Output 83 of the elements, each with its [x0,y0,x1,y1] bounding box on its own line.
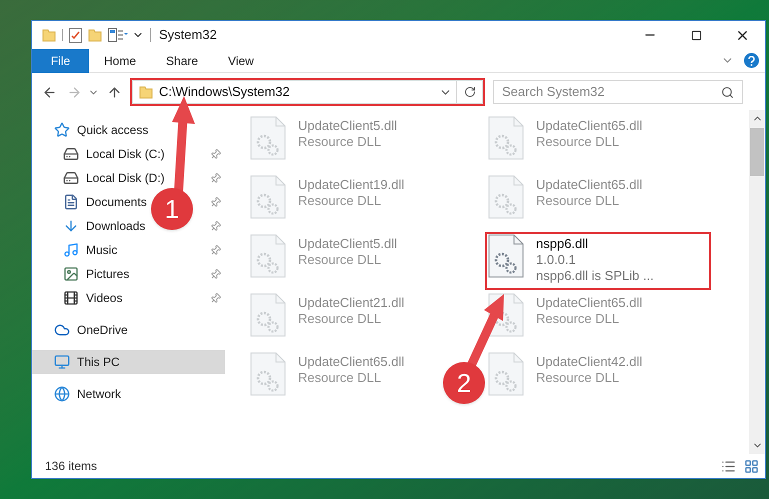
file-name: UpdateClient65.dll [536,118,642,134]
file-name: UpdateClient19.dll [298,177,404,193]
system-drive-icon [63,146,79,162]
document-icon [63,194,79,210]
help-icon[interactable] [744,53,759,68]
refresh-icon [464,86,476,98]
sidebar-item[interactable]: Quick access [32,118,225,142]
file-item[interactable]: nspp6.dll 1.0.0.1 nspp6.dll is SPLib ... [485,232,711,290]
search-icon [721,86,734,98]
network-icon [54,386,70,402]
file-detail: nspp6.dll is SPLib ... [536,268,654,284]
search-placeholder: Search System32 [502,83,605,102]
file-detail: Resource DLL [298,193,382,209]
ribbon-tab[interactable]: View [213,48,269,72]
sidebar-label: Network [77,386,122,403]
file-name: UpdateClient65.dll [298,354,404,370]
sidebar-label: This PC [77,354,120,371]
ribbon-tab[interactable]: Share [151,48,214,72]
gear-file-icon [488,234,524,278]
picture-icon [63,266,79,282]
sidebar-item[interactable]: OneDrive [32,318,225,342]
file-detail: Resource DLL [536,134,620,150]
properties-icon [108,28,128,42]
file-detail: Resource DLL [298,252,382,268]
folder-icon [88,28,102,42]
file-name: UpdateClient42.dll [536,354,642,370]
file-name: UpdateClient65.dll [536,295,642,311]
file-detail: Resource DLL [536,370,620,386]
file-name: UpdateClient5.dll [298,118,398,134]
scrollbar[interactable] [749,110,765,454]
sidebar-item[interactable]: Downloads [86,217,146,235]
file-detail: Resource DLL [536,311,620,327]
drive-icon [63,170,79,186]
address-field[interactable]: C:\Windows\System32 [132,80,457,104]
window-title: System32 [159,26,217,44]
sidebar-item[interactable]: Music [86,241,118,259]
download-icon [63,218,79,234]
file-name: UpdateClient5.dll [298,236,398,252]
gear-file-icon [488,352,524,396]
folder-icon [42,28,56,42]
sidebar-label: Quick access [77,122,148,139]
gear-file-icon [250,234,286,278]
refresh-button[interactable] [457,80,483,104]
file-detail: Resource DLL [298,134,382,150]
gear-file-icon [488,116,524,160]
file-detail: 1.0.0.1 [536,252,577,268]
scroll-thumb[interactable] [750,128,764,176]
star-icon [54,122,70,138]
file-name: UpdateClient21.dll [298,295,404,311]
sidebar-item[interactable]: Local Disk (D:) [86,169,165,187]
up-icon[interactable] [107,84,122,100]
music-icon [63,242,79,258]
file-detail: Resource DLL [298,370,382,386]
file-name: UpdateClient65.dll [536,177,642,193]
file-detail: Resource DLL [536,193,620,209]
address-path: C:\Windows\System32 [159,83,290,102]
maximize-icon [690,30,702,40]
file-tab[interactable]: File [32,48,89,72]
gear-file-icon [250,293,286,337]
sidebar-item[interactable]: Documents [86,193,147,211]
item-count: 136 items [45,458,98,475]
folder-icon [139,85,153,99]
checklist-icon [69,28,82,42]
ribbon-tab[interactable]: Home [89,48,152,72]
sidebar-item[interactable]: This PC [32,350,225,374]
gear-file-icon [250,175,286,219]
search-field[interactable]: Search System32 [493,80,743,104]
sidebar-item[interactable]: Local Disk (C:) [86,145,165,163]
video-icon [63,290,79,306]
details-view-icon[interactable] [721,458,736,474]
sidebar-item[interactable]: Pictures [86,265,130,283]
sidebar-item[interactable]: Videos [86,289,122,307]
gear-file-icon [250,352,286,396]
sidebar-item[interactable]: Network [32,382,225,406]
computer-icon [54,354,70,370]
cloud-icon [54,322,70,338]
gear-file-icon [250,116,286,160]
file-name: nspp6.dll [536,236,590,252]
back-icon[interactable] [42,84,57,100]
file-detail: Resource DLL [298,311,382,327]
gear-file-icon [488,175,524,219]
tiles-view-icon[interactable] [744,458,759,474]
sidebar-label: OneDrive [77,322,128,339]
